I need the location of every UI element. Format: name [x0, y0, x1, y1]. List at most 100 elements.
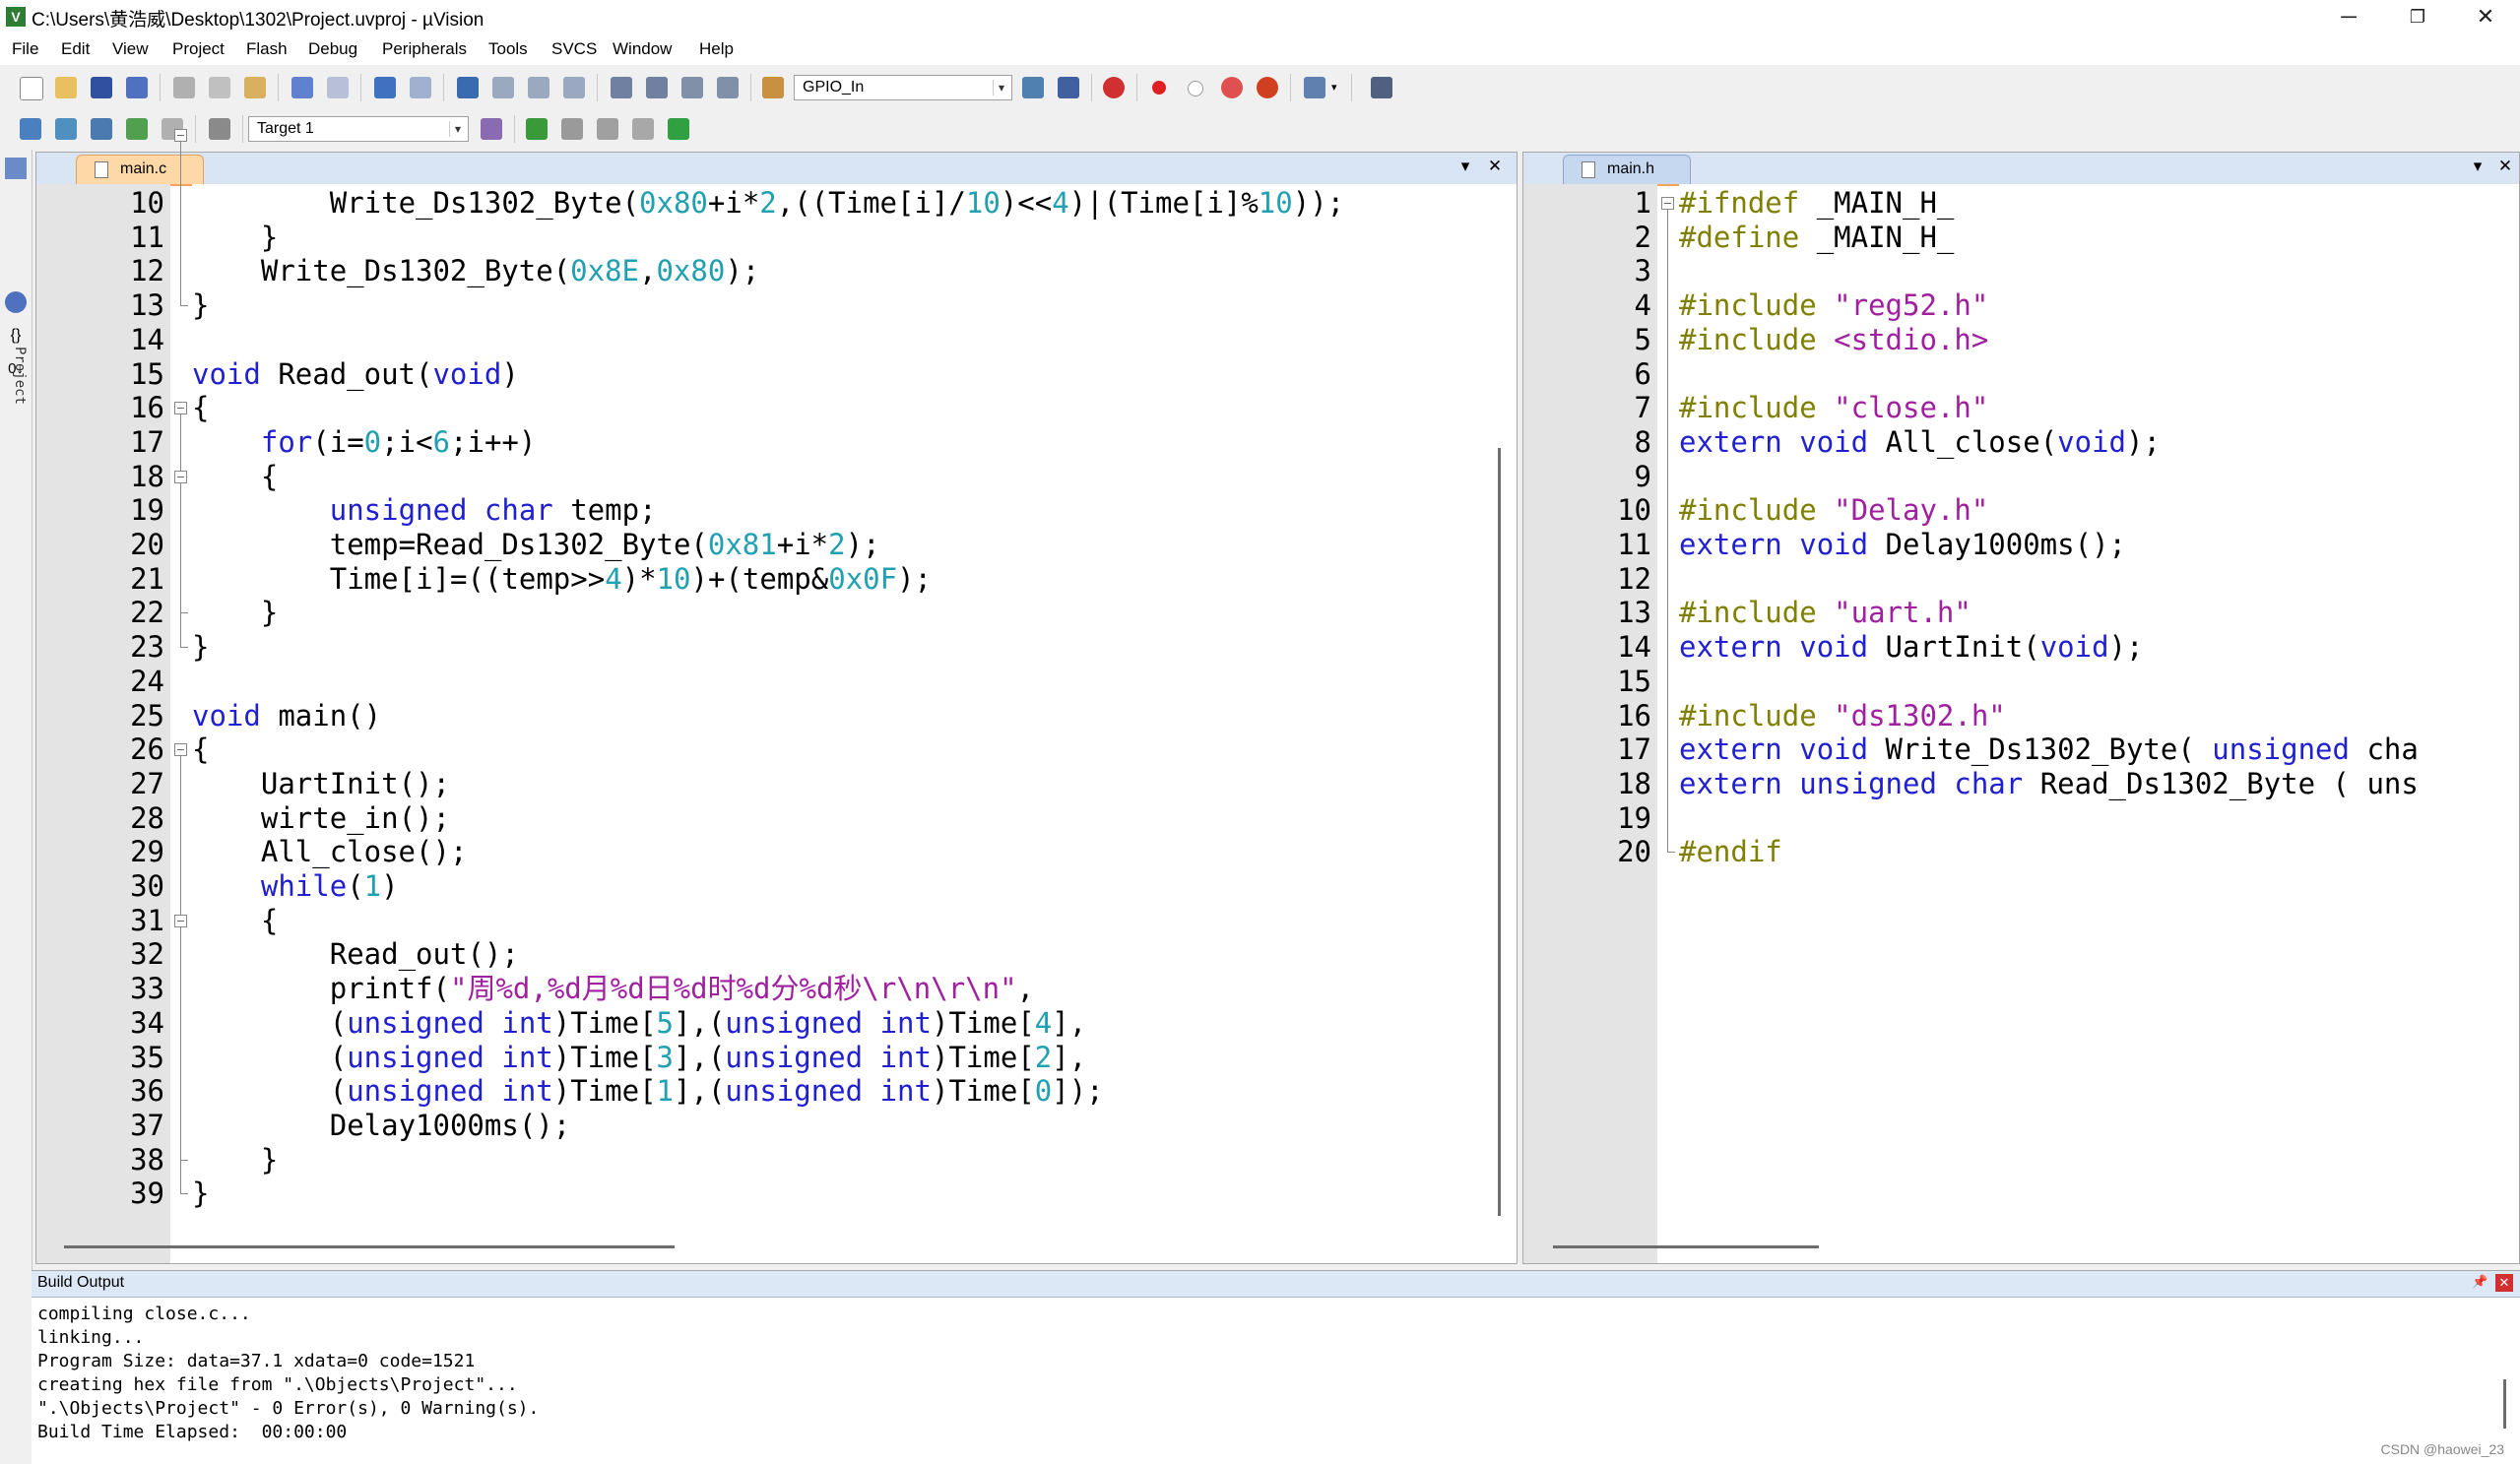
next-bookmark-icon[interactable] [528, 77, 549, 98]
target-combo[interactable]: Target 1 ▾ [248, 116, 469, 142]
fold-toggle-icon[interactable]: − [174, 128, 187, 142]
fold-toggle-icon[interactable]: − [174, 402, 187, 415]
breakpoint-icon[interactable] [1152, 81, 1166, 95]
fold-toggle-icon[interactable]: − [174, 743, 187, 757]
code-line[interactable]: #include <stdio.h> [1679, 323, 1988, 356]
menu-peripherals[interactable]: Peripherals [382, 39, 467, 59]
incremental-find-icon[interactable] [1058, 77, 1079, 98]
target-options-icon[interactable] [481, 118, 502, 140]
horizontal-scrollbar[interactable] [64, 1245, 675, 1248]
functions-window-icon[interactable]: {} [5, 325, 27, 347]
code-line[interactable]: Write_Ds1302_Byte(0x8E,0x80); [192, 254, 759, 287]
code-line[interactable]: (unsigned int)Time[1],(unsigned int)Time… [192, 1074, 1104, 1108]
comment-icon[interactable] [681, 77, 703, 98]
code-editor[interactable]: Write_Ds1302_Byte(0x80+i*2,((Time[i]/10)… [192, 184, 1517, 1263]
code-line[interactable]: extern unsigned char Read_Ds1302_Byte ( … [1679, 767, 2419, 800]
translate-icon[interactable] [20, 118, 41, 140]
menu-svcs[interactable]: SVCS [551, 39, 597, 59]
navigate-forward-icon[interactable] [410, 77, 431, 98]
pane-close-icon[interactable]: ✕ [2494, 157, 2516, 176]
vertical-scrollbar[interactable] [1498, 448, 1501, 1216]
menu-window[interactable]: Window [613, 39, 672, 59]
code-line[interactable]: (unsigned int)Time[5],(unsigned int)Time… [192, 1006, 1086, 1040]
code-line[interactable]: extern void Delay1000ms(); [1679, 528, 2126, 561]
code-line[interactable]: void Read_out(void) [192, 357, 519, 391]
code-line[interactable]: #include "ds1302.h" [1679, 699, 2006, 732]
copy-icon[interactable] [209, 77, 230, 98]
debug-session-icon[interactable] [1103, 77, 1125, 98]
minimize-button[interactable]: ─ [2314, 0, 2383, 33]
disable-breakpoint-icon[interactable] [1188, 81, 1203, 96]
horizontal-scrollbar[interactable] [1553, 1245, 1819, 1248]
disable-all-breakpoints-icon[interactable] [1221, 77, 1243, 98]
code-line[interactable]: Delay1000ms(); [192, 1109, 570, 1142]
code-line[interactable]: while(1) [192, 869, 399, 903]
manage-project-items-icon[interactable] [526, 118, 548, 140]
paste-icon[interactable] [244, 77, 266, 98]
code-line[interactable]: } [192, 288, 209, 322]
code-line[interactable]: { [192, 904, 278, 937]
chevron-down-icon[interactable]: ▾ [449, 121, 466, 137]
code-line[interactable]: { [192, 460, 278, 493]
code-line[interactable]: #include "Delay.h" [1679, 493, 1988, 527]
code-line[interactable]: #include "uart.h" [1679, 596, 1971, 629]
manage-rte-icon[interactable] [597, 118, 618, 140]
code-line[interactable]: unsigned char temp; [192, 493, 657, 527]
code-line[interactable]: #ifndef _MAIN_H_ [1679, 186, 1954, 220]
new-file-icon[interactable] [20, 77, 43, 100]
code-line[interactable]: { [192, 391, 209, 424]
redo-icon[interactable] [327, 77, 349, 98]
books-window-icon[interactable] [5, 291, 27, 313]
find-combo[interactable]: GPIO_In ▾ [794, 75, 1012, 100]
rebuild-icon[interactable] [91, 118, 112, 140]
pane-menu-chevron-icon[interactable]: ▾ [1454, 157, 1476, 176]
build-icon[interactable] [55, 118, 77, 140]
code-line[interactable]: void main() [192, 699, 381, 732]
clear-bookmarks-icon[interactable] [563, 77, 585, 98]
navigate-back-icon[interactable] [374, 77, 396, 98]
code-editor[interactable]: #ifndef _MAIN_H_ #define _MAIN_H_ #include… [1679, 184, 2519, 1263]
code-line[interactable]: } [192, 630, 209, 664]
code-line[interactable]: Time[i]=((temp>>4)*10)+(temp&0x0F); [192, 562, 932, 596]
pack-installer-icon[interactable] [632, 118, 654, 140]
batch-build-icon[interactable] [126, 118, 148, 140]
prev-bookmark-icon[interactable] [492, 77, 514, 98]
code-line[interactable]: All_close(); [192, 835, 468, 868]
menu-project[interactable]: Project [172, 39, 225, 59]
window-layout-icon[interactable] [1304, 77, 1325, 98]
tab-main-h[interactable]: main.h [1563, 155, 1691, 184]
close-window-button[interactable]: ✕ [2451, 0, 2520, 33]
code-line[interactable]: #include "reg52.h" [1679, 288, 1988, 322]
code-line[interactable]: extern void All_close(void); [1679, 425, 2161, 459]
tab-main-c[interactable]: main.c [76, 155, 204, 184]
cut-icon[interactable] [173, 77, 195, 98]
find-icon[interactable] [1022, 77, 1044, 98]
code-line[interactable]: wirte_in(); [192, 801, 450, 835]
code-line[interactable]: extern void Write_Ds1302_Byte( unsigned … [1679, 732, 2419, 766]
undo-icon[interactable] [291, 77, 313, 98]
menu-help[interactable]: Help [699, 39, 734, 59]
code-line[interactable]: for(i=0;i<6;i++) [192, 425, 536, 459]
select-packs-icon[interactable] [561, 118, 583, 140]
pin-icon[interactable]: 📌 [2472, 1274, 2488, 1290]
code-line[interactable]: { [192, 732, 209, 766]
bookmark-icon[interactable] [457, 77, 479, 98]
menu-flash[interactable]: Flash [246, 39, 288, 59]
chevron-down-icon[interactable]: ▾ [993, 80, 1009, 95]
vertical-scrollbar[interactable] [2503, 1379, 2506, 1429]
code-line[interactable]: UartInit(); [192, 767, 450, 800]
code-line[interactable]: extern void UartInit(void); [1679, 630, 2143, 664]
fold-toggle-icon[interactable]: − [1661, 197, 1674, 210]
code-line[interactable]: #endif [1679, 835, 1782, 868]
project-window-icon[interactable] [5, 158, 27, 179]
code-line[interactable]: (unsigned int)Time[3],(unsigned int)Time… [192, 1041, 1086, 1074]
code-line[interactable]: Read_out(); [192, 937, 519, 971]
save-icon[interactable] [91, 77, 112, 98]
menu-view[interactable]: View [112, 39, 149, 59]
menu-edit[interactable]: Edit [61, 39, 90, 59]
code-line[interactable]: } [192, 1143, 278, 1177]
kill-all-breakpoints-icon[interactable] [1257, 77, 1278, 98]
pane-menu-chevron-icon[interactable]: ▾ [2467, 157, 2488, 176]
code-line[interactable]: #define _MAIN_H_ [1679, 221, 1954, 254]
code-line[interactable]: #include "close.h" [1679, 391, 1988, 424]
